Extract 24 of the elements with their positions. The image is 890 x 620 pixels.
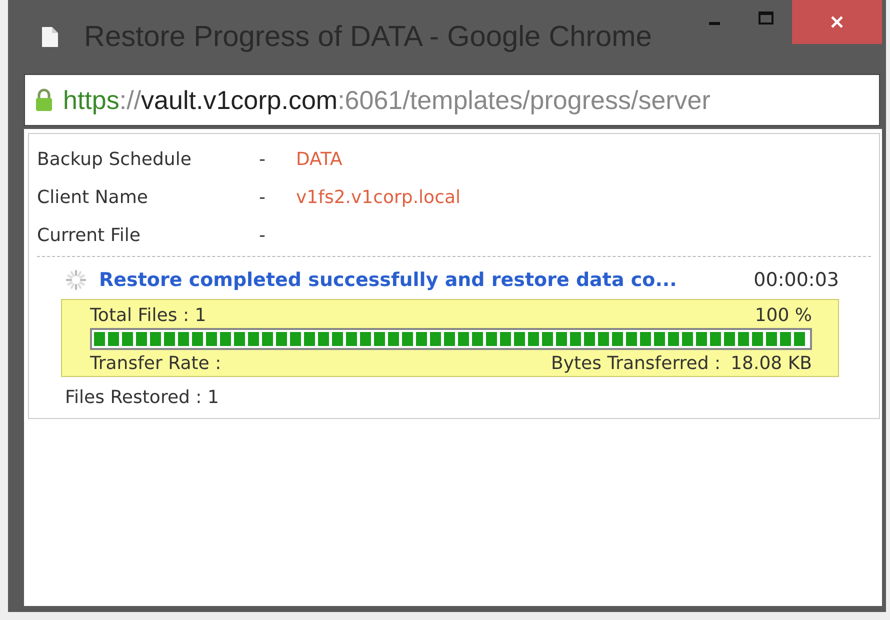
elapsed-time: 00:00:03 <box>754 269 839 291</box>
maximize-icon <box>758 11 774 25</box>
separator-dash: - <box>259 186 266 208</box>
separator-dash: - <box>259 148 266 170</box>
transfer-rate: Transfer Rate : <box>90 352 222 374</box>
percent-text: 100 % <box>754 304 812 326</box>
close-button[interactable] <box>792 0 882 44</box>
close-icon <box>830 15 844 29</box>
detail-value: v1fs2.v1corp.local <box>296 186 460 208</box>
separator-dash: - <box>259 224 266 246</box>
total-files: Total Files : 1 <box>90 304 206 326</box>
detail-value: DATA <box>296 148 342 170</box>
detail-label: Client Name <box>37 186 149 208</box>
detail-label: Current File <box>37 224 142 246</box>
files-restored: Files Restored : 1 <box>64 386 220 408</box>
detail-label: Backup Schedule <box>37 148 192 170</box>
url-text: https://vault.v1corp.com:6061/templates/progress/server <box>63 84 710 116</box>
minimize-icon <box>708 22 720 24</box>
address-bar[interactable]: https://vault.v1corp.com:6061/templates/progress/server <box>24 74 880 126</box>
status-message: Restore completed successfully and restore data co... <box>99 269 678 291</box>
spinner-icon <box>65 269 87 291</box>
bytes-value: 18.08 KB <box>730 352 812 374</box>
bytes-label: Bytes Transferred : <box>551 352 721 374</box>
page-icon <box>42 27 58 47</box>
